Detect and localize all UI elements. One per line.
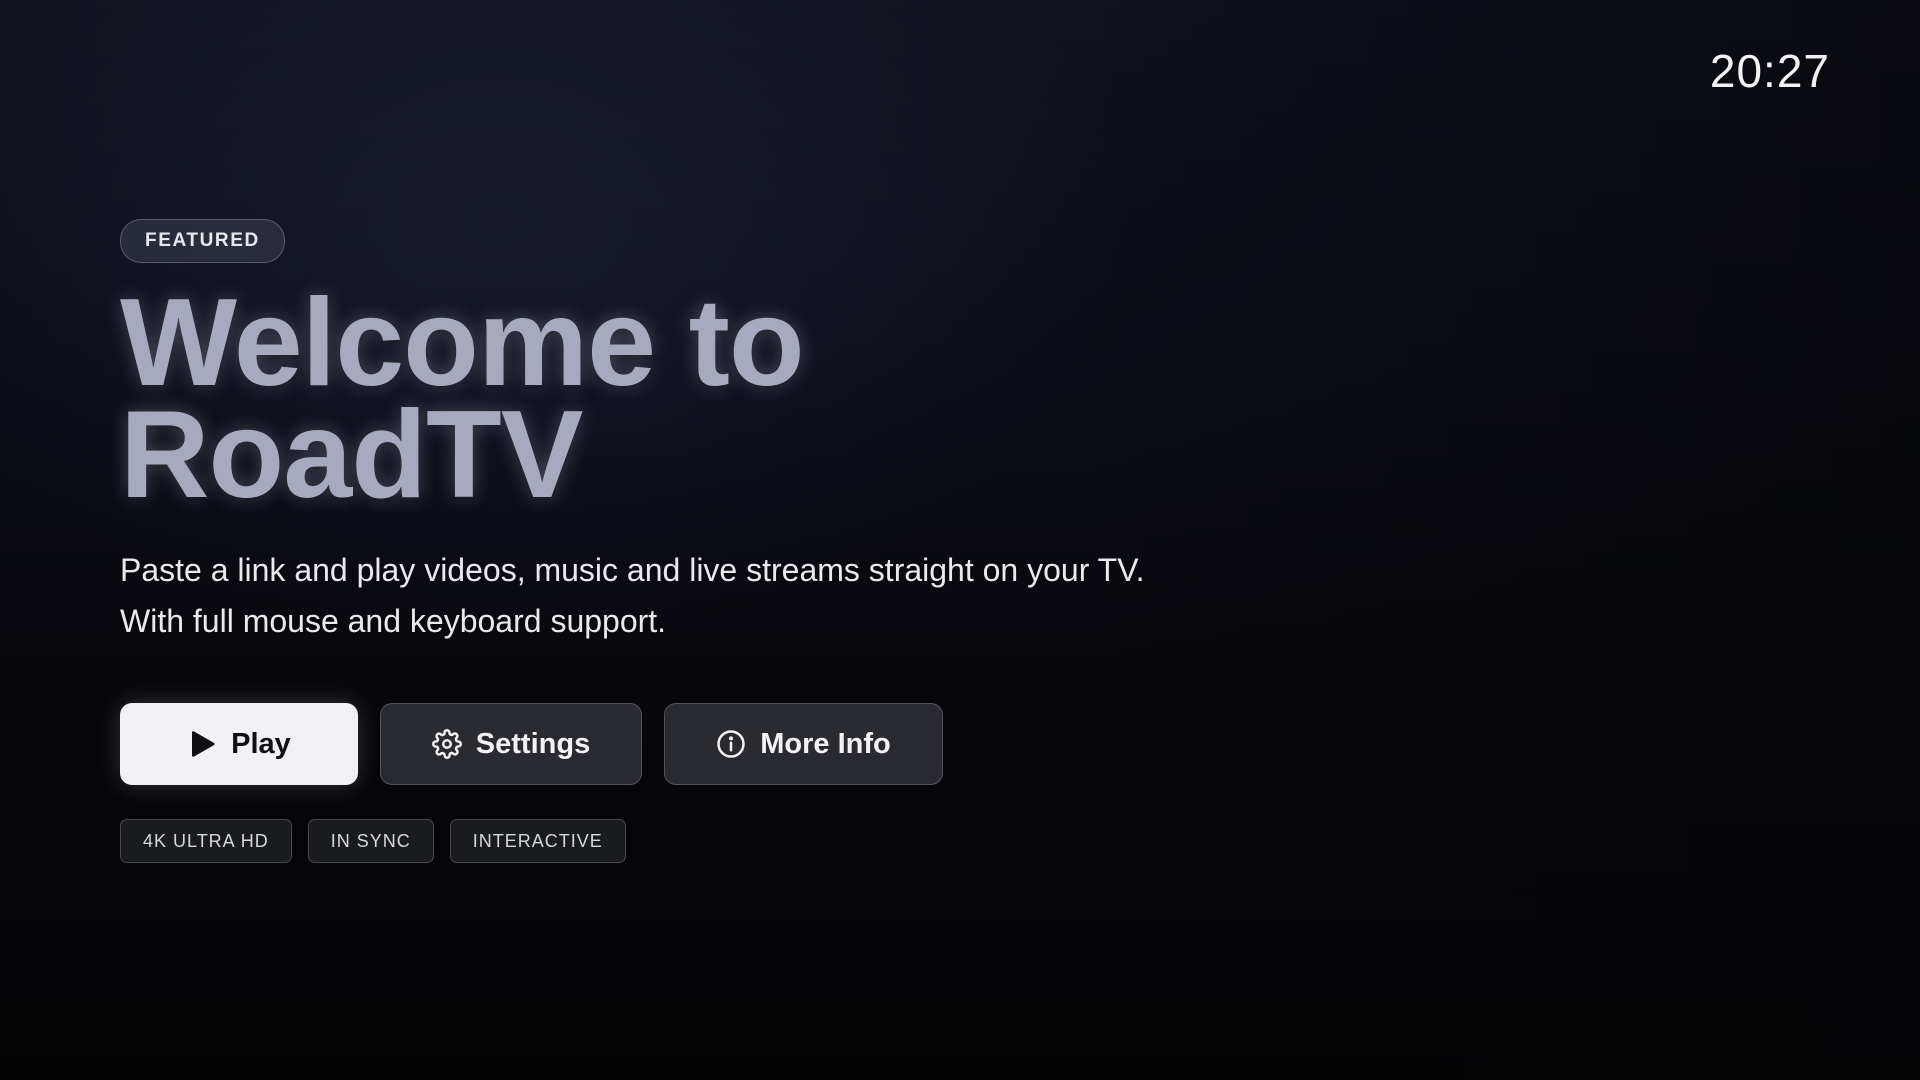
more-info-button[interactable]: More Info xyxy=(664,703,943,785)
hero-title-line-2: RoadTV xyxy=(120,386,583,524)
clock: 20:27 xyxy=(1709,45,1830,97)
settings-button[interactable]: Settings xyxy=(380,703,642,785)
tag-interactive: INTERACTIVE xyxy=(449,819,626,863)
info-icon xyxy=(716,729,746,759)
hero-description-line-1: Paste a link and play videos, music and … xyxy=(120,552,1145,588)
feature-tags: 4K ULTRA HD IN SYNC INTERACTIVE xyxy=(120,819,1420,863)
settings-button-label: Settings xyxy=(475,727,591,760)
action-buttons: Play Settings More Info xyxy=(120,703,1420,785)
play-icon xyxy=(187,729,217,759)
hero-section: FEATURED Welcome to RoadTV Paste a link … xyxy=(120,219,1420,863)
hero-title: Welcome to RoadTV xyxy=(120,281,1420,517)
featured-badge: FEATURED xyxy=(120,219,285,263)
play-button-label: Play xyxy=(231,727,291,760)
more-info-button-label: More Info xyxy=(760,727,891,760)
hero-description-line-2: With full mouse and keyboard support. xyxy=(120,603,667,639)
hero-description: Paste a link and play videos, music and … xyxy=(120,545,1270,647)
home-screen: 20:27 FEATURED Welcome to RoadTV Paste a… xyxy=(0,0,1920,1080)
tag-in-sync: IN SYNC xyxy=(307,819,434,863)
tag-4k-ultra-hd: 4K ULTRA HD xyxy=(120,819,292,863)
play-button[interactable]: Play xyxy=(120,703,358,785)
gear-icon xyxy=(431,729,462,759)
